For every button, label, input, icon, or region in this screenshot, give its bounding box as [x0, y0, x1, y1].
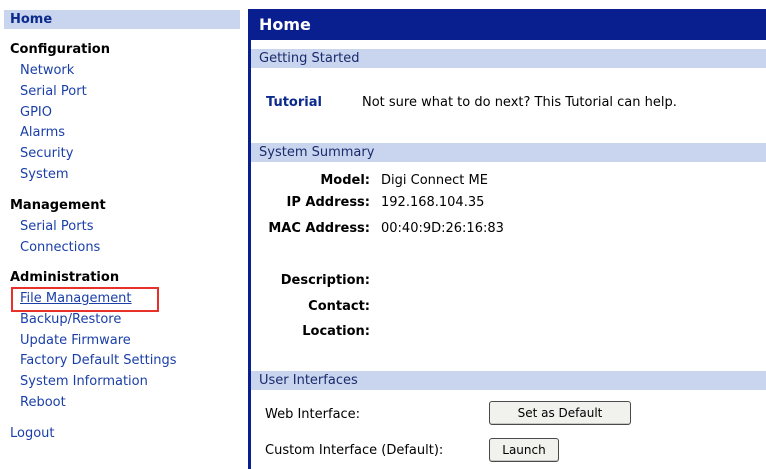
- sidebar-item-network[interactable]: Network: [20, 63, 74, 78]
- sidebar-item-connections[interactable]: Connections: [20, 240, 100, 255]
- tutorial-link[interactable]: Tutorial: [266, 95, 322, 110]
- model-value: Digi Connect ME: [381, 173, 488, 188]
- ip-address-label: IP Address:: [286, 195, 370, 210]
- sidebar-item-home[interactable]: Home: [4, 10, 240, 29]
- contact-label: Contact:: [308, 299, 370, 314]
- sidebar-item-security[interactable]: Security: [20, 146, 73, 161]
- sidebar-item-serial-ports[interactable]: Serial Ports: [20, 219, 93, 234]
- section-user-interfaces: User Interfaces: [251, 371, 766, 390]
- sidebar-item-update-firmware[interactable]: Update Firmware: [20, 333, 131, 348]
- section-system-summary: System Summary: [251, 143, 766, 162]
- sidebar-item-alarms[interactable]: Alarms: [20, 125, 65, 140]
- sidebar-item-serial-port[interactable]: Serial Port: [20, 84, 87, 99]
- description-label: Description:: [280, 273, 370, 288]
- logout-link[interactable]: Logout: [10, 426, 55, 441]
- section-getting-started: Getting Started: [251, 49, 766, 68]
- set-as-default-button[interactable]: Set as Default: [489, 401, 631, 425]
- sidebar-item-system-information[interactable]: System Information: [20, 374, 148, 389]
- custom-interface-label: Custom Interface (Default):: [265, 443, 444, 458]
- sidebar: Home Configuration Network Serial Port G…: [0, 0, 240, 469]
- sidebar-heading-configuration: Configuration: [10, 42, 110, 57]
- location-label: Location:: [302, 324, 370, 339]
- sidebar-item-backup-restore[interactable]: Backup/Restore: [20, 312, 121, 327]
- mac-address-label: MAC Address:: [268, 221, 370, 236]
- web-interface-label: Web Interface:: [265, 407, 361, 422]
- sidebar-item-file-management[interactable]: File Management: [20, 291, 132, 306]
- sidebar-heading-management: Management: [10, 198, 106, 213]
- sidebar-heading-administration: Administration: [10, 270, 120, 285]
- sidebar-item-reboot[interactable]: Reboot: [20, 395, 66, 410]
- ip-address-value: 192.168.104.35: [381, 195, 485, 210]
- model-label: Model:: [320, 173, 370, 188]
- sidebar-item-factory-default-settings[interactable]: Factory Default Settings: [20, 353, 177, 368]
- sidebar-item-system[interactable]: System: [20, 167, 68, 182]
- launch-button[interactable]: Launch: [489, 438, 559, 462]
- page-title: Home: [251, 9, 766, 40]
- sidebar-item-gpio[interactable]: GPIO: [20, 105, 52, 120]
- tutorial-description: Not sure what to do next? This Tutorial …: [362, 95, 677, 110]
- mac-address-value: 00:40:9D:26:16:83: [381, 221, 504, 236]
- main-panel: Home Getting Started Tutorial Not sure w…: [248, 9, 766, 469]
